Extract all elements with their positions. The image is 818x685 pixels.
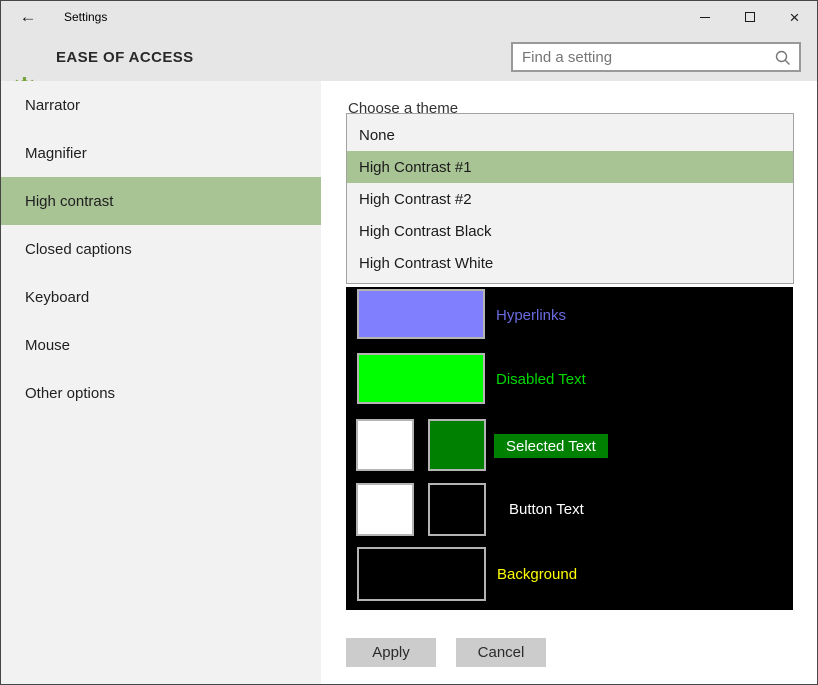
sidebar-item-other-options[interactable]: Other options	[1, 369, 321, 417]
titlebar: ← Settings ×	[1, 1, 817, 33]
theme-preview-panel: Hyperlinks Disabled Text Selected Text B…	[346, 287, 793, 610]
button-text-label: Button Text	[509, 501, 584, 518]
settings-window: ← Settings ×	[0, 0, 818, 685]
disabled-text-label: Disabled Text	[496, 371, 586, 388]
dropdown-option-high-contrast-1[interactable]: High Contrast #1	[347, 151, 793, 183]
apply-button[interactable]: Apply	[346, 638, 436, 667]
sidebar-item-mouse[interactable]: Mouse	[1, 321, 321, 369]
search-icon[interactable]	[774, 49, 792, 72]
sidebar: Narrator Magnifier High contrast Closed …	[1, 81, 321, 684]
maximize-button[interactable]	[727, 1, 772, 33]
cancel-button[interactable]: Cancel	[456, 638, 546, 667]
search-box	[511, 42, 801, 72]
minimize-icon	[700, 17, 710, 18]
back-button[interactable]: ←	[11, 1, 45, 33]
content-area: Choose a theme None High Contrast #1 Hig…	[321, 81, 817, 684]
hyperlinks-label: Hyperlinks	[496, 307, 566, 324]
background-swatch	[357, 547, 486, 601]
sidebar-item-closed-captions[interactable]: Closed captions	[1, 225, 321, 273]
selected-text-label: Selected Text	[494, 434, 608, 458]
theme-dropdown: None High Contrast #1 High Contrast #2 H…	[346, 113, 794, 284]
hyperlinks-swatch	[357, 289, 485, 339]
sidebar-item-narrator[interactable]: Narrator	[1, 81, 321, 129]
sidebar-item-high-contrast[interactable]: High contrast	[1, 177, 321, 225]
selected-text-fg-swatch	[356, 419, 414, 471]
sidebar-item-magnifier[interactable]: Magnifier	[1, 129, 321, 177]
maximize-icon	[745, 12, 755, 22]
selected-text-bg-swatch	[428, 419, 486, 471]
window-controls: ×	[682, 1, 817, 33]
dropdown-option-none[interactable]: None	[347, 119, 793, 151]
dropdown-option-high-contrast-black[interactable]: High Contrast Black	[347, 215, 793, 247]
close-button[interactable]: ×	[772, 1, 817, 33]
minimize-button[interactable]	[682, 1, 727, 33]
window-title: Settings	[64, 1, 107, 33]
sidebar-item-keyboard[interactable]: Keyboard	[1, 273, 321, 321]
disabled-text-swatch	[357, 353, 485, 404]
background-label: Background	[497, 566, 577, 583]
dropdown-option-high-contrast-2[interactable]: High Contrast #2	[347, 183, 793, 215]
button-text-fg-swatch	[356, 483, 414, 536]
button-text-bg-swatch	[428, 483, 486, 536]
close-icon: ×	[790, 9, 800, 26]
page-title: EASE OF ACCESS	[56, 33, 194, 81]
back-arrow-icon: ←	[20, 7, 37, 27]
dropdown-option-high-contrast-white[interactable]: High Contrast White	[347, 247, 793, 279]
search-input[interactable]	[513, 44, 799, 70]
